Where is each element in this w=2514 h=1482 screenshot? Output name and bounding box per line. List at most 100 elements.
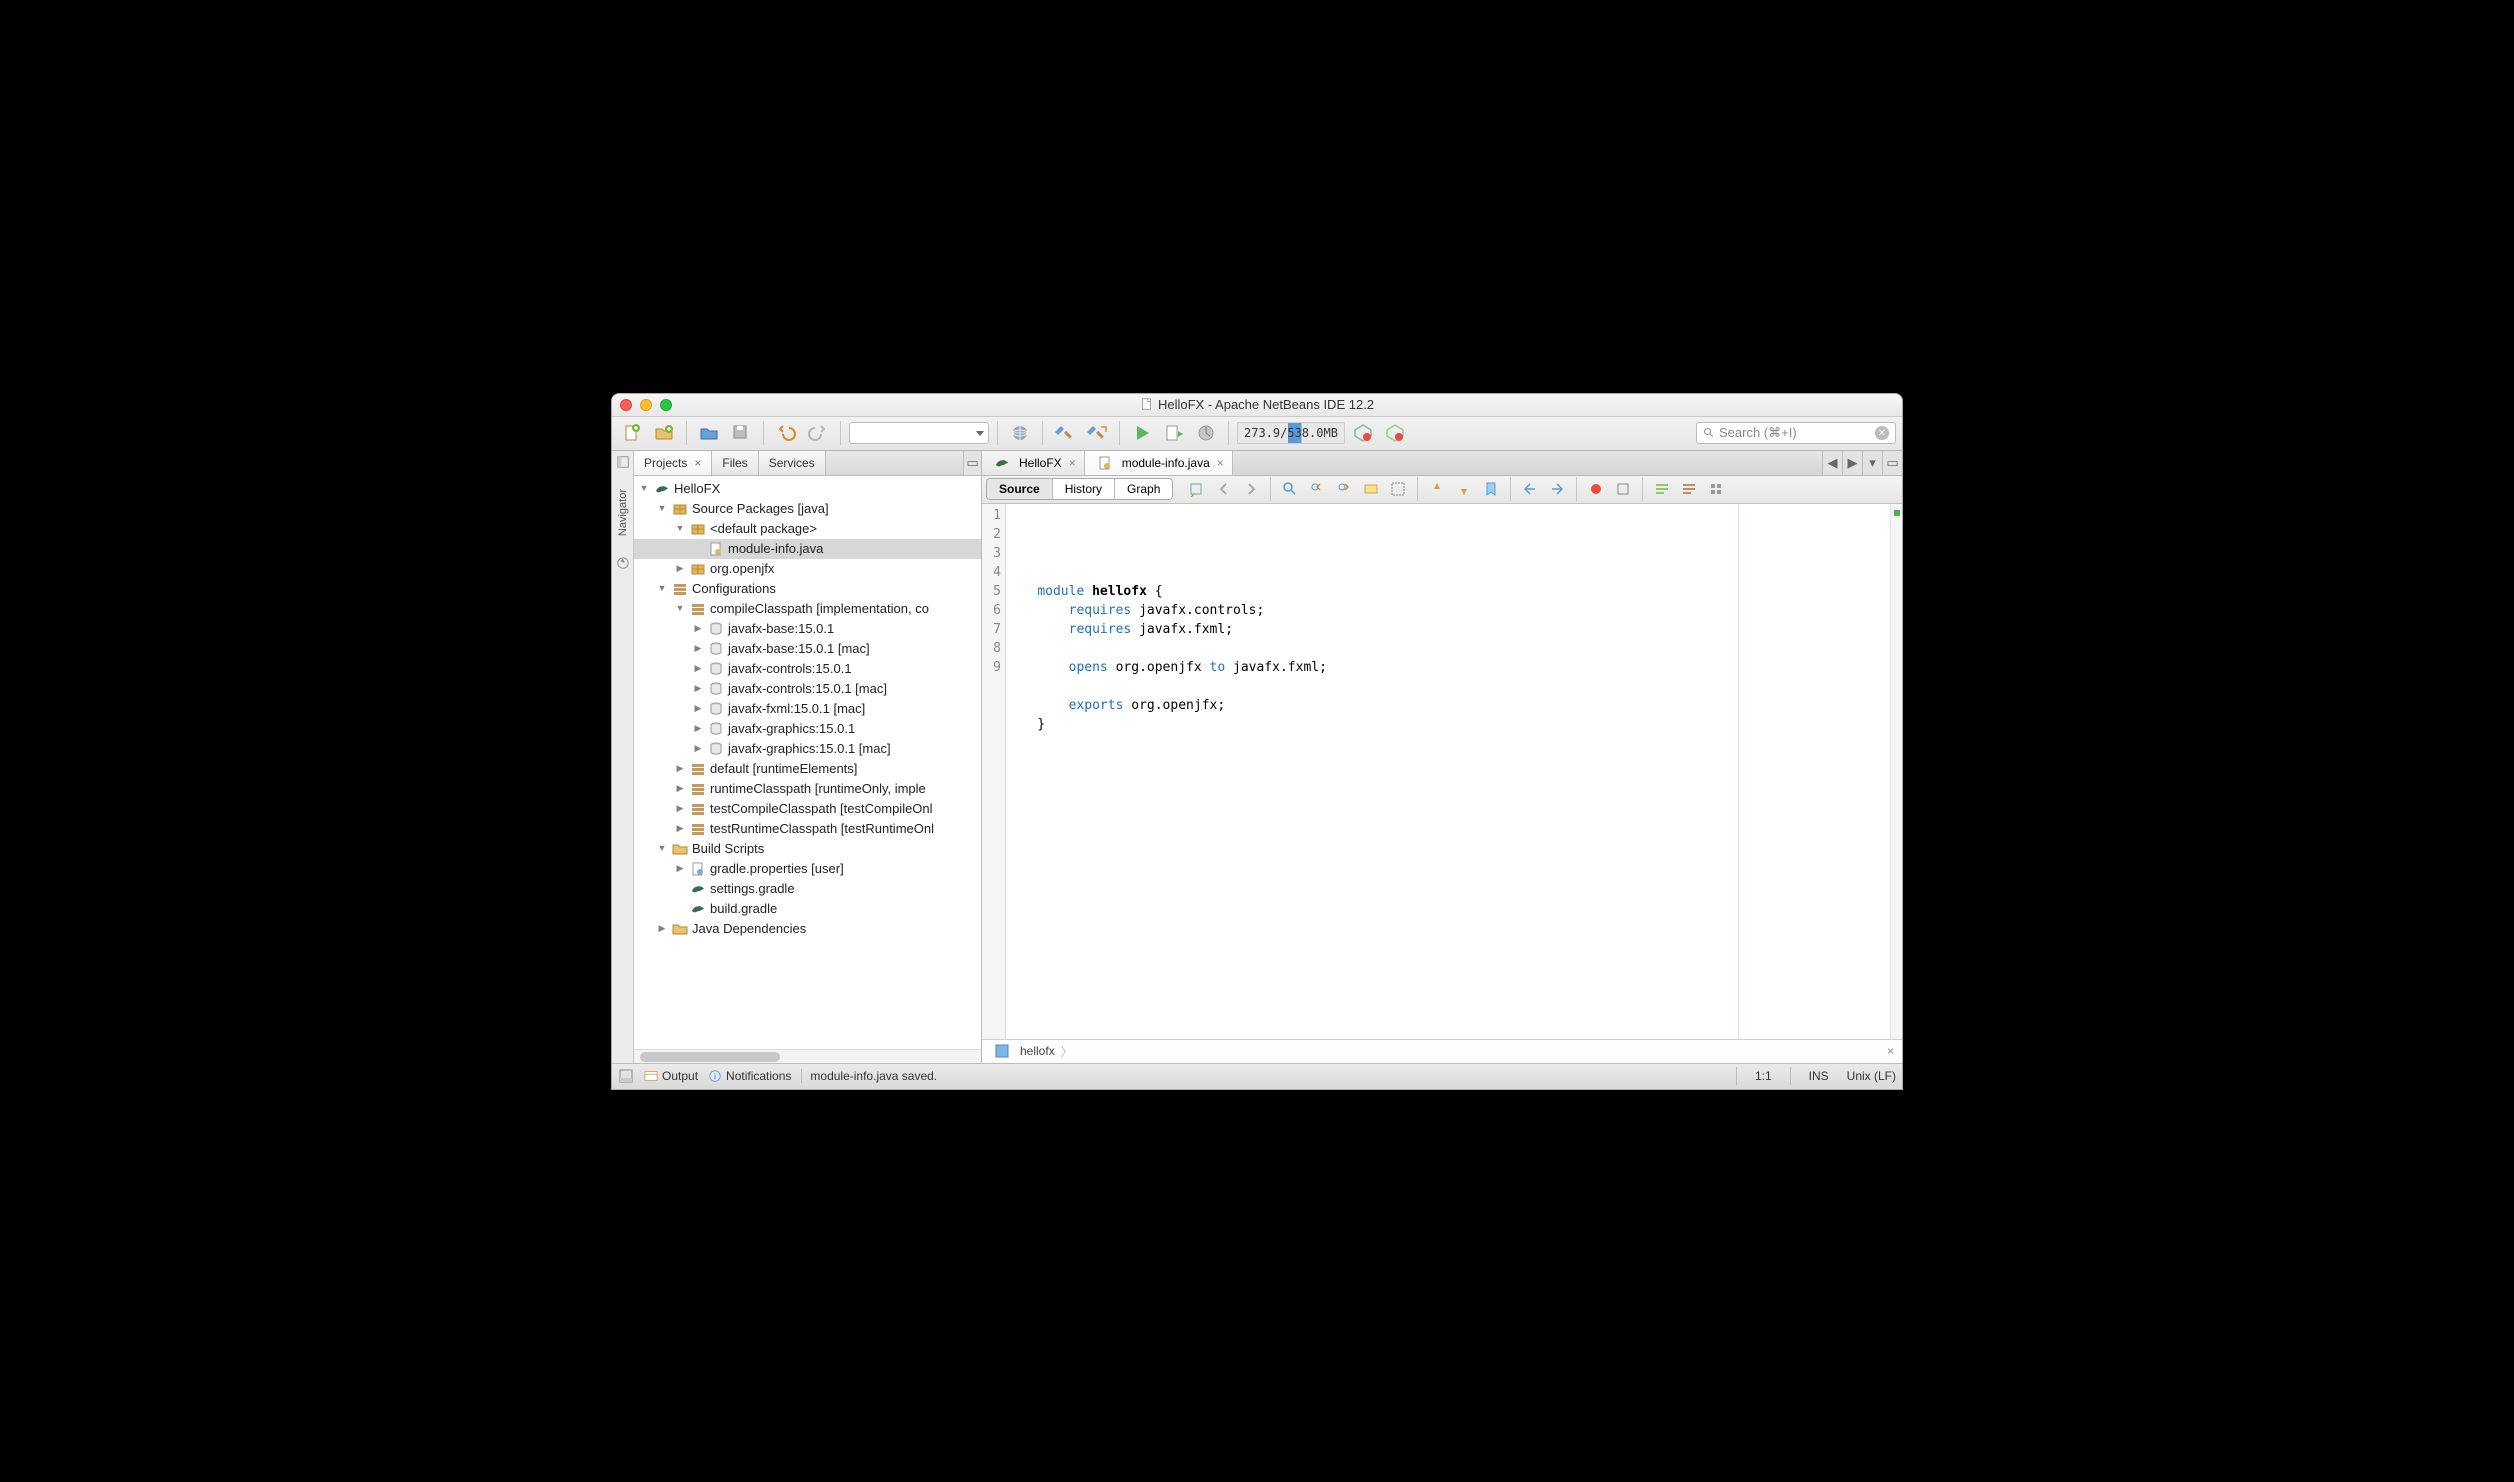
tree-module-info[interactable]: module-info.java <box>634 539 981 559</box>
side-dock: Navigator <box>612 451 634 1063</box>
tab-projects[interactable]: Projects× <box>634 451 712 475</box>
close-window-button[interactable] <box>620 399 632 411</box>
graph-view-button[interactable]: Graph <box>1115 479 1172 499</box>
tree-config-item[interactable]: default [runtimeElements] <box>634 759 981 779</box>
search-input[interactable]: Search (⌘+I) ✕ <box>1696 422 1896 444</box>
minimize-window-button[interactable] <box>640 399 652 411</box>
shift-right-button[interactable] <box>1545 478 1569 500</box>
project-tree[interactable]: HelloFX Source Packages [java] <default … <box>634 476 981 1063</box>
tree-jar-item[interactable]: javafx-graphics:15.0.1 [mac] <box>634 739 981 759</box>
notifications-tab[interactable]: i Notifications <box>708 1069 791 1083</box>
output-tab[interactable]: Output <box>644 1069 698 1083</box>
save-all-button[interactable] <box>727 420 755 446</box>
navigator-icon[interactable] <box>616 556 630 570</box>
breadcrumb-close-button[interactable]: × <box>1887 1044 1894 1058</box>
close-icon[interactable]: × <box>694 456 701 470</box>
memory-indicator[interactable]: 273.9/538.0MB <box>1237 422 1345 444</box>
tree-config-item[interactable]: testRuntimeClasspath [testRuntimeOnl <box>634 819 981 839</box>
macro-stop-button[interactable] <box>1611 478 1635 500</box>
gc2-icon[interactable] <box>1381 420 1409 446</box>
tree-jar-item[interactable]: javafx-controls:15.0.1 [mac] <box>634 679 981 699</box>
config-dropdown[interactable] <box>849 422 989 444</box>
tree-configurations[interactable]: Configurations <box>634 579 981 599</box>
tree-config-item[interactable]: testCompileClasspath [testCompileOnl <box>634 799 981 819</box>
build-button[interactable] <box>1051 420 1079 446</box>
toggle-rectangular-button[interactable] <box>1386 478 1410 500</box>
new-file-button[interactable] <box>618 420 646 446</box>
toggle-bookmark-button[interactable] <box>1479 478 1503 500</box>
maximize-window-button[interactable] <box>660 399 672 411</box>
tree-project-node[interactable]: HelloFX <box>634 479 981 499</box>
forward-button[interactable] <box>1239 478 1263 500</box>
tree-org-openjfx[interactable]: org.openjfx <box>634 559 981 579</box>
insert-mode[interactable]: INS <box>1809 1069 1829 1083</box>
breadcrumb-item[interactable]: hellofx <box>1020 1044 1055 1058</box>
undo-button[interactable] <box>772 420 800 446</box>
scroll-tabs-right-button[interactable]: ▶ <box>1842 451 1862 475</box>
tree-jar-item[interactable]: javafx-base:15.0.1 [mac] <box>634 639 981 659</box>
prev-bookmark-button[interactable] <box>1425 478 1449 500</box>
package-icon <box>690 521 706 537</box>
tree-build-scripts[interactable]: Build Scripts <box>634 839 981 859</box>
dock-toggle-icon[interactable] <box>618 1068 634 1084</box>
new-project-button[interactable] <box>650 420 678 446</box>
line-ending[interactable]: Unix (LF) <box>1847 1069 1896 1083</box>
globe-icon[interactable] <box>1006 420 1034 446</box>
last-edit-button[interactable] <box>1185 478 1209 500</box>
debug-button[interactable] <box>1160 420 1188 446</box>
tree-jar-item[interactable]: javafx-controls:15.0.1 <box>634 659 981 679</box>
navigator-tab[interactable]: Navigator <box>617 489 629 536</box>
open-project-button[interactable] <box>695 420 723 446</box>
maximize-editor-button[interactable]: ▭ <box>1882 451 1902 475</box>
tree-default-package[interactable]: <default package> <box>634 519 981 539</box>
line-number-gutter[interactable]: 123456789 <box>982 504 1006 1039</box>
find-selection-button[interactable] <box>1278 478 1302 500</box>
tree-jar-item[interactable]: javafx-fxml:15.0.1 [mac] <box>634 699 981 719</box>
comment-button[interactable] <box>1650 478 1674 500</box>
gc-icon[interactable] <box>1349 420 1377 446</box>
error-stripe[interactable] <box>1890 504 1902 1039</box>
clear-search-icon[interactable]: ✕ <box>1875 426 1889 440</box>
source-view-button[interactable]: Source <box>987 479 1053 499</box>
horizontal-scrollbar[interactable] <box>634 1049 981 1063</box>
tree-config-item[interactable]: runtimeClasspath [runtimeOnly, imple <box>634 779 981 799</box>
clean-build-button[interactable] <box>1083 420 1111 446</box>
code-area[interactable]: module hellofx { requires javafx.control… <box>1006 504 1890 1039</box>
editor-tab-hellofx[interactable]: HelloFX× <box>982 451 1085 475</box>
next-bookmark-button[interactable] <box>1452 478 1476 500</box>
find-next-button[interactable] <box>1332 478 1356 500</box>
tab-list-button[interactable]: ▾ <box>1862 451 1882 475</box>
close-icon[interactable]: × <box>1217 456 1224 470</box>
tree-source-packages[interactable]: Source Packages [java] <box>634 499 981 519</box>
minimize-panel-button[interactable]: ▭ <box>963 451 981 475</box>
scroll-tabs-left-button[interactable]: ◀ <box>1822 451 1842 475</box>
find-prev-button[interactable] <box>1305 478 1329 500</box>
run-button[interactable] <box>1128 420 1156 446</box>
tab-services[interactable]: Services <box>759 451 826 475</box>
history-view-button[interactable]: History <box>1053 479 1115 499</box>
redo-button[interactable] <box>804 420 832 446</box>
window-controls <box>620 399 672 411</box>
back-button[interactable] <box>1212 478 1236 500</box>
tree-build-script-item[interactable]: gradle.properties [user] <box>634 859 981 879</box>
more-icon[interactable] <box>1704 478 1728 500</box>
tree-compile-classpath[interactable]: compileClasspath [implementation, co <box>634 599 981 619</box>
editor-tab-module-info[interactable]: module-info.java× <box>1085 451 1233 475</box>
profile-button[interactable] <box>1192 420 1220 446</box>
editor-tabs: HelloFX× module-info.java× ◀ ▶ ▾ ▭ <box>982 451 1902 476</box>
titlebar[interactable]: HelloFX - Apache NetBeans IDE 12.2 <box>612 394 1902 417</box>
close-icon[interactable]: × <box>1069 456 1076 470</box>
macro-record-button[interactable] <box>1584 478 1608 500</box>
tree-build-script-item[interactable]: settings.gradle <box>634 879 981 899</box>
tree-build-script-item[interactable]: build.gradle <box>634 899 981 919</box>
uncomment-button[interactable] <box>1677 478 1701 500</box>
tab-files[interactable]: Files <box>712 451 758 475</box>
jar-icon <box>708 661 724 677</box>
shift-left-button[interactable] <box>1518 478 1542 500</box>
tree-jar-item[interactable]: javafx-base:15.0.1 <box>634 619 981 639</box>
cursor-position[interactable]: 1:1 <box>1755 1069 1772 1083</box>
dock-toggle-icon[interactable] <box>616 455 630 469</box>
tree-jar-item[interactable]: javafx-graphics:15.0.1 <box>634 719 981 739</box>
toggle-highlight-button[interactable] <box>1359 478 1383 500</box>
tree-java-deps[interactable]: Java Dependencies <box>634 919 981 939</box>
